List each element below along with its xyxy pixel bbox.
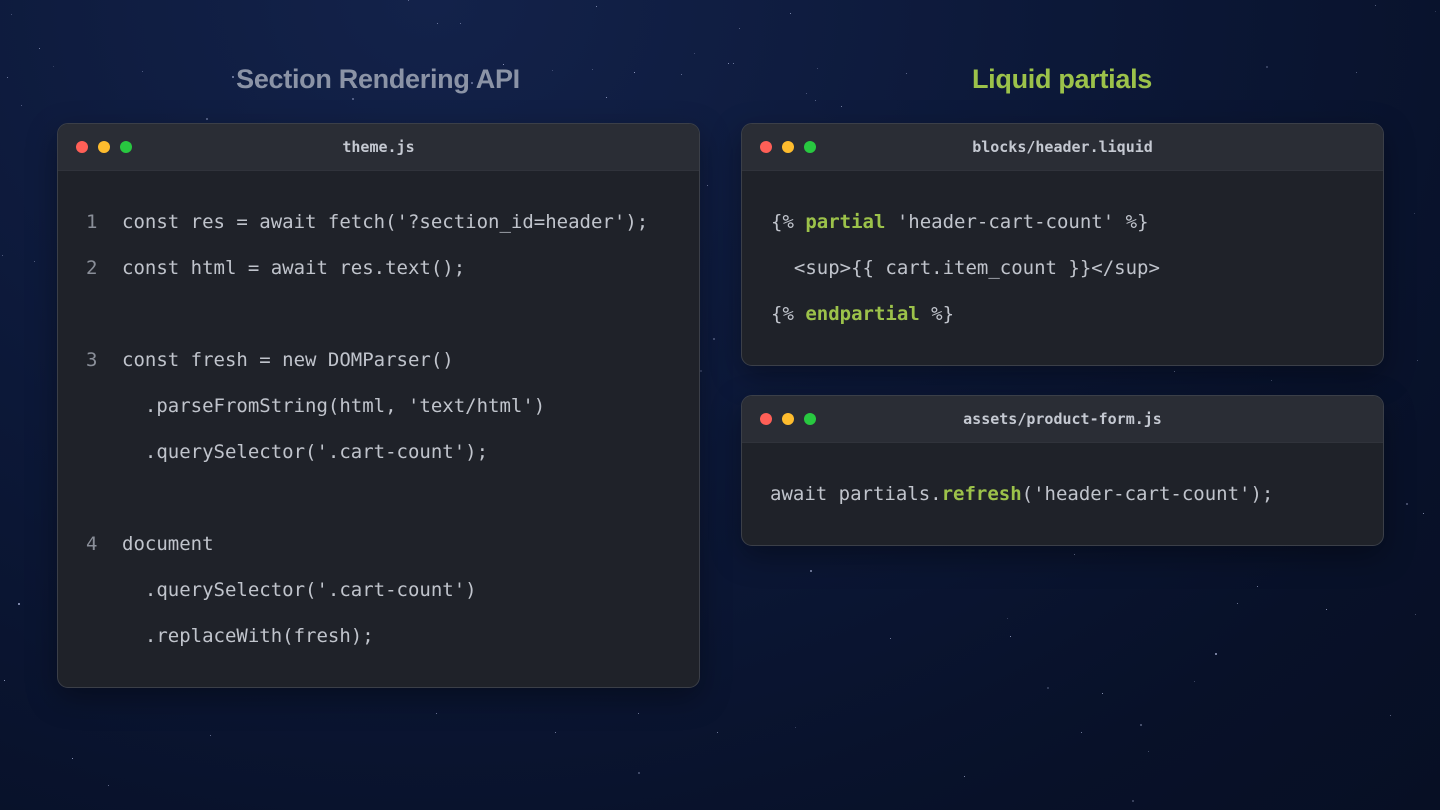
code-line: {% partial 'header-cart-count' %}: [771, 210, 1149, 234]
line-number: 2: [86, 257, 98, 279]
star: [4, 680, 5, 681]
window-title: assets/product-form.js: [963, 410, 1162, 428]
code-line: .parseFromString(html, 'text/html'): [122, 395, 546, 417]
star: [1148, 751, 1149, 752]
star: [713, 338, 715, 340]
star: [72, 758, 73, 759]
star: [53, 66, 54, 67]
line-number: 3: [86, 349, 98, 371]
star: [1074, 554, 1075, 555]
star: [1010, 636, 1011, 637]
star: [733, 63, 734, 64]
star: [1375, 5, 1376, 6]
window-titlebar: theme.js: [58, 124, 699, 171]
star: [1414, 213, 1415, 214]
window-titlebar: assets/product-form.js: [742, 396, 1383, 443]
liquid-partials-heading: Liquid partials: [971, 64, 1153, 94]
star: [728, 63, 729, 64]
star: [460, 23, 461, 24]
code-line: await partials.refresh('header-cart-coun…: [770, 482, 1273, 506]
star: [1415, 614, 1416, 615]
star: [638, 713, 639, 714]
code-line: const fresh = new DOMParser(): [122, 349, 454, 371]
code-line: const html = await res.text();: [122, 257, 466, 279]
star: [1215, 653, 1217, 655]
line-number: 1: [86, 211, 98, 233]
code-line: .querySelector('.cart-count');: [122, 441, 489, 463]
theme-js-code-window: theme.js 1 const res = await fetch('?sec…: [57, 123, 700, 688]
star: [2, 255, 3, 256]
star: [206, 118, 208, 120]
star: [694, 53, 695, 54]
header-liquid-code-window: blocks/header.liquid {% partial 'header-…: [741, 123, 1384, 366]
star: [436, 713, 437, 714]
code-line: <sup>{{ cart.item_count }}</sup>: [771, 257, 1160, 279]
star: [1237, 603, 1238, 604]
line-number: 4: [86, 533, 98, 555]
star: [638, 772, 640, 774]
star: [1271, 380, 1272, 381]
star: [39, 48, 40, 49]
star: [717, 732, 718, 733]
star: [606, 97, 607, 98]
star: [210, 735, 211, 736]
star: [34, 261, 35, 262]
keyword-partial: partial: [805, 211, 886, 233]
star: [1257, 586, 1258, 587]
star: [1007, 618, 1008, 619]
code-text: ('header-cart-count');: [1021, 483, 1274, 505]
star: [790, 13, 791, 14]
star: [1326, 609, 1327, 610]
star: [7, 77, 8, 78]
star: [1132, 800, 1134, 802]
window-title: blocks/header.liquid: [972, 138, 1153, 156]
star: [890, 638, 891, 639]
star: [1194, 681, 1195, 682]
keyword-refresh: refresh: [941, 483, 1022, 505]
star: [1406, 503, 1408, 505]
star: [1435, 11, 1436, 12]
code-text: {%: [771, 211, 806, 233]
star: [1390, 715, 1391, 716]
star: [1174, 371, 1175, 372]
code-text: await partials.: [770, 483, 942, 505]
star: [1081, 732, 1082, 733]
star: [1417, 360, 1418, 361]
star: [352, 98, 354, 100]
star: [1140, 724, 1142, 726]
star: [964, 776, 965, 777]
star: [707, 185, 708, 186]
star: [810, 570, 812, 572]
star: [1102, 693, 1103, 694]
window-titlebar: blocks/header.liquid: [742, 124, 1383, 171]
star: [18, 603, 20, 605]
product-form-js-code-window: assets/product-form.js await partials.re…: [741, 395, 1384, 546]
star: [795, 727, 796, 728]
star: [815, 100, 816, 101]
keyword-endpartial: endpartial: [805, 303, 920, 325]
star: [1047, 687, 1049, 689]
star: [108, 785, 109, 786]
section-rendering-api-heading: Section Rendering API: [236, 64, 520, 94]
star: [555, 732, 556, 733]
star: [739, 28, 740, 29]
code-line: .replaceWith(fresh);: [122, 625, 374, 647]
window-title: theme.js: [342, 138, 415, 156]
star: [700, 370, 702, 372]
code-text: %}: [919, 303, 955, 325]
star: [1423, 513, 1424, 514]
code-text: {%: [771, 303, 806, 325]
star: [437, 23, 438, 24]
code-line: const res = await fetch('?section_id=hea…: [122, 211, 649, 233]
star: [21, 105, 22, 106]
star: [596, 6, 597, 7]
code-line: {% endpartial %}: [771, 302, 954, 326]
code-text: 'header-cart-count' %}: [885, 211, 1149, 233]
code-line: document: [122, 533, 214, 555]
star: [408, 0, 409, 1]
code-line: .querySelector('.cart-count'): [122, 579, 477, 601]
star: [841, 106, 842, 107]
star: [11, 14, 12, 15]
